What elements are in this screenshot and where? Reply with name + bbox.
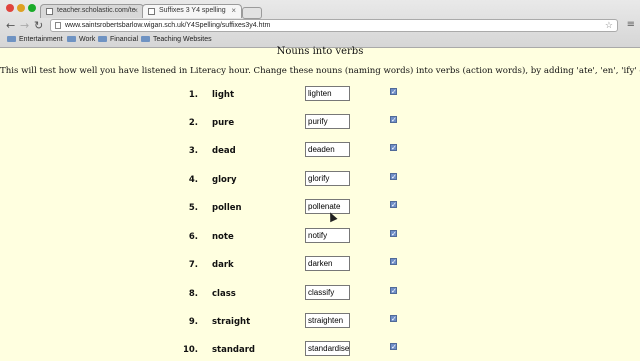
question-row: 5. pollen pollenate ✓ xyxy=(0,199,640,219)
minimize-window-button[interactable] xyxy=(17,4,25,12)
noun-word: dead xyxy=(212,146,236,156)
correct-checkbox[interactable]: ✓ xyxy=(390,88,397,96)
reload-icon[interactable]: ↻ xyxy=(34,19,43,32)
item-number: 6. xyxy=(188,232,198,242)
page-icon xyxy=(148,8,155,15)
tab-suffixes[interactable]: Suffixes 3 Y4 spelling × xyxy=(142,4,242,18)
answer-input[interactable]: pollenate xyxy=(305,199,350,214)
answer-input[interactable]: lighten xyxy=(305,86,350,101)
question-row: 4. glory glorify ✓ xyxy=(0,171,640,191)
page-icon xyxy=(46,8,53,15)
noun-word: standard xyxy=(212,345,256,355)
address-text: www.saintsrobertsbarlow.wigan.sch.uk/Y4S… xyxy=(65,22,271,29)
instructions: This will test how well you have listene… xyxy=(0,66,640,76)
bookmark-label: Entertainment xyxy=(19,36,63,43)
item-number: 3. xyxy=(188,146,198,156)
noun-word: glory xyxy=(212,175,237,185)
correct-checkbox[interactable]: ✓ xyxy=(390,343,397,351)
correct-checkbox[interactable]: ✓ xyxy=(390,287,397,295)
item-number: 4. xyxy=(188,175,198,185)
item-number: 5. xyxy=(188,203,198,213)
answer-input[interactable]: purify xyxy=(305,114,350,129)
bookmark-label: Financial xyxy=(110,36,139,43)
page-icon xyxy=(55,22,61,29)
folder-icon xyxy=(98,36,107,42)
answer-input[interactable]: classify xyxy=(305,285,350,300)
answer-input[interactable]: darken xyxy=(305,256,350,271)
question-row: 9. straight straighten ✓ xyxy=(0,313,640,333)
correct-checkbox[interactable]: ✓ xyxy=(390,315,397,323)
correct-checkbox[interactable]: ✓ xyxy=(390,201,397,209)
correct-checkbox[interactable]: ✓ xyxy=(390,258,397,266)
item-number: 2. xyxy=(188,118,198,128)
tab-scholastic[interactable]: teacher.scholastic.com/te × xyxy=(40,4,144,18)
noun-word: dark xyxy=(212,260,234,270)
noun-word: light xyxy=(212,90,235,100)
page-title: Nouns into verbs xyxy=(276,46,364,57)
zoom-window-button[interactable] xyxy=(28,4,36,12)
item-number: 9. xyxy=(188,317,198,327)
tab-title: Suffixes 3 Y4 spelling xyxy=(159,7,226,14)
noun-word: pure xyxy=(212,118,235,128)
item-number: 1. xyxy=(188,90,198,100)
question-row: 6. note notify ✓ xyxy=(0,228,640,248)
bookmark-teaching-websites[interactable]: Teaching Websites xyxy=(141,36,212,43)
noun-word: pollen xyxy=(212,203,242,213)
bookmark-label: Work xyxy=(79,36,96,43)
noun-word: note xyxy=(212,232,234,242)
item-number: 7. xyxy=(188,260,198,270)
question-row: 8. class classify ✓ xyxy=(0,285,640,305)
close-tab-icon[interactable]: × xyxy=(133,6,138,15)
folder-icon xyxy=(7,36,16,42)
back-arrow-icon[interactable]: ← xyxy=(6,19,15,32)
bookmark-financial[interactable]: Financial xyxy=(98,36,138,43)
correct-checkbox[interactable]: ✓ xyxy=(390,230,397,238)
item-number: 10. xyxy=(182,345,198,355)
question-row: 7. dark darken ✓ xyxy=(0,256,640,276)
close-window-button[interactable] xyxy=(6,4,14,12)
answer-input[interactable]: straighten xyxy=(305,313,350,328)
question-row: 1. light lighten ✓ xyxy=(0,86,640,106)
close-tab-icon[interactable]: × xyxy=(231,6,236,15)
menu-icon[interactable]: ≡ xyxy=(627,19,635,30)
bookmark-entertainment[interactable]: Entertainment xyxy=(7,36,63,43)
bookmark-work[interactable]: Work xyxy=(67,36,95,43)
answer-input[interactable]: glorify xyxy=(305,171,350,186)
answer-input[interactable]: standardise xyxy=(305,341,350,356)
question-row: 2. pure purify ✓ xyxy=(0,114,640,134)
question-row: 3. dead deaden ✓ xyxy=(0,142,640,162)
bookmark-label: Teaching Websites xyxy=(153,36,212,43)
correct-checkbox[interactable]: ✓ xyxy=(390,173,397,181)
browser-chrome: teacher.scholastic.com/te × Suffixes 3 Y… xyxy=(0,0,640,48)
toolbar: ← → ↻ www.saintsrobertsbarlow.wigan.sch.… xyxy=(0,18,640,34)
bookmark-star-icon[interactable]: ☆ xyxy=(605,20,613,31)
noun-word: class xyxy=(212,289,236,299)
question-row: 10. standard standardise ✓ xyxy=(0,341,640,361)
answer-input[interactable]: notify xyxy=(305,228,350,243)
noun-word: straight xyxy=(212,317,251,327)
correct-checkbox[interactable]: ✓ xyxy=(390,116,397,124)
address-bar[interactable]: www.saintsrobertsbarlow.wigan.sch.uk/Y4S… xyxy=(50,19,618,32)
tab-bar: teacher.scholastic.com/te × Suffixes 3 Y… xyxy=(0,0,640,19)
forward-arrow-icon[interactable]: → xyxy=(20,19,29,32)
item-number: 8. xyxy=(188,289,198,299)
answer-input[interactable]: deaden xyxy=(305,142,350,157)
folder-icon xyxy=(67,36,76,42)
tab-title: teacher.scholastic.com/te xyxy=(57,7,136,14)
correct-checkbox[interactable]: ✓ xyxy=(390,144,397,152)
folder-icon xyxy=(141,36,150,42)
